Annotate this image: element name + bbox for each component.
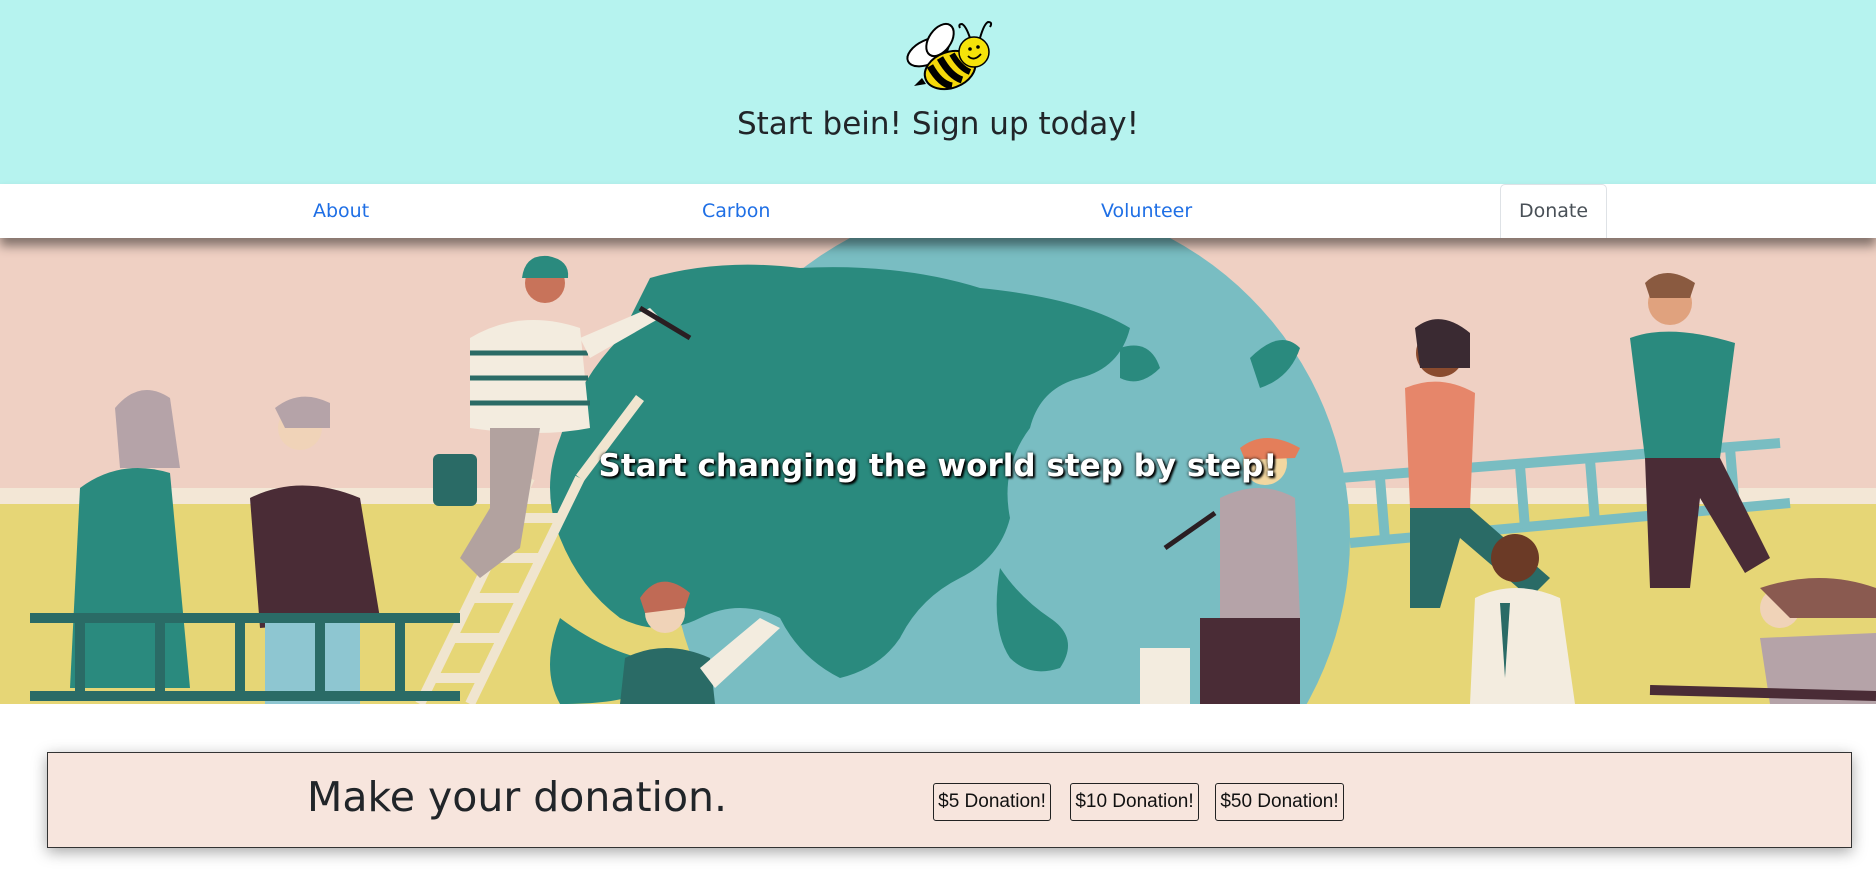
nav-about-link[interactable]: About bbox=[313, 200, 369, 222]
nav-donate-tab[interactable]: Donate bbox=[1500, 184, 1607, 238]
signup-tagline: Start bein! Sign up today! bbox=[736, 106, 1140, 142]
main-nav: About Carbon Volunteer Donate bbox=[0, 184, 1876, 238]
donate-50-button[interactable]: $50 Donation! bbox=[1215, 783, 1344, 821]
donation-title: Make your donation. bbox=[307, 773, 728, 821]
site-header: Start bein! Sign up today! bbox=[0, 0, 1876, 184]
hero-caption: Start changing the world step by step! bbox=[598, 448, 1278, 484]
hero-banner: Start changing the world step by step! bbox=[0, 238, 1876, 704]
donate-5-button[interactable]: $5 Donation! bbox=[933, 783, 1051, 821]
donate-10-button[interactable]: $10 Donation! bbox=[1070, 783, 1199, 821]
nav-carbon-link[interactable]: Carbon bbox=[702, 200, 770, 222]
donation-panel: Make your donation. $5 Donation! $10 Don… bbox=[47, 752, 1852, 848]
bee-icon bbox=[906, 20, 993, 91]
nav-volunteer-link[interactable]: Volunteer bbox=[1101, 200, 1192, 222]
